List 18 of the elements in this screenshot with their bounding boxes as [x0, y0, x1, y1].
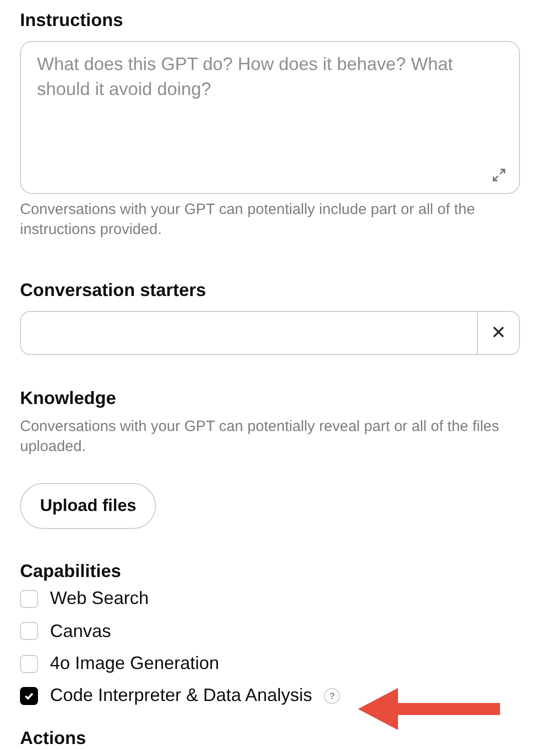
- hint-text: Conversations with your GPT can potentially include part or all of the instructions provided.: [20, 200, 476, 240]
- placeholder-text: What does this GPT do? How does it behave? What should it avoid doing?: [37, 53, 454, 101]
- checkbox-label: Web Search: [50, 588, 149, 610]
- section-heading: Actions: [20, 726, 88, 750]
- expand-icon[interactable]: [491, 167, 507, 184]
- hint-text: Conversations with your GPT can potentially reveal part or all of the files uploaded.: [20, 417, 500, 457]
- checkbox-label: Code Interpreter & Data Analysis: [50, 685, 312, 706]
- clear-button[interactable]: ×: [477, 312, 519, 354]
- section-heading: Instructions: [20, 9, 124, 32]
- checkbox-label: Canvas: [50, 620, 112, 642]
- section-heading: Knowledge: [20, 387, 118, 410]
- upload-files-button[interactable]: Upload files: [20, 483, 156, 529]
- help-icon[interactable]: ?: [324, 688, 340, 704]
- starter-input-field[interactable]: ×: [20, 311, 520, 355]
- checkbox-label: 4o Image Generation: [50, 653, 220, 674]
- checkbox[interactable]: [20, 686, 38, 705]
- section-heading: Capabilities: [20, 560, 122, 583]
- section-heading: Conversation starters: [20, 279, 208, 302]
